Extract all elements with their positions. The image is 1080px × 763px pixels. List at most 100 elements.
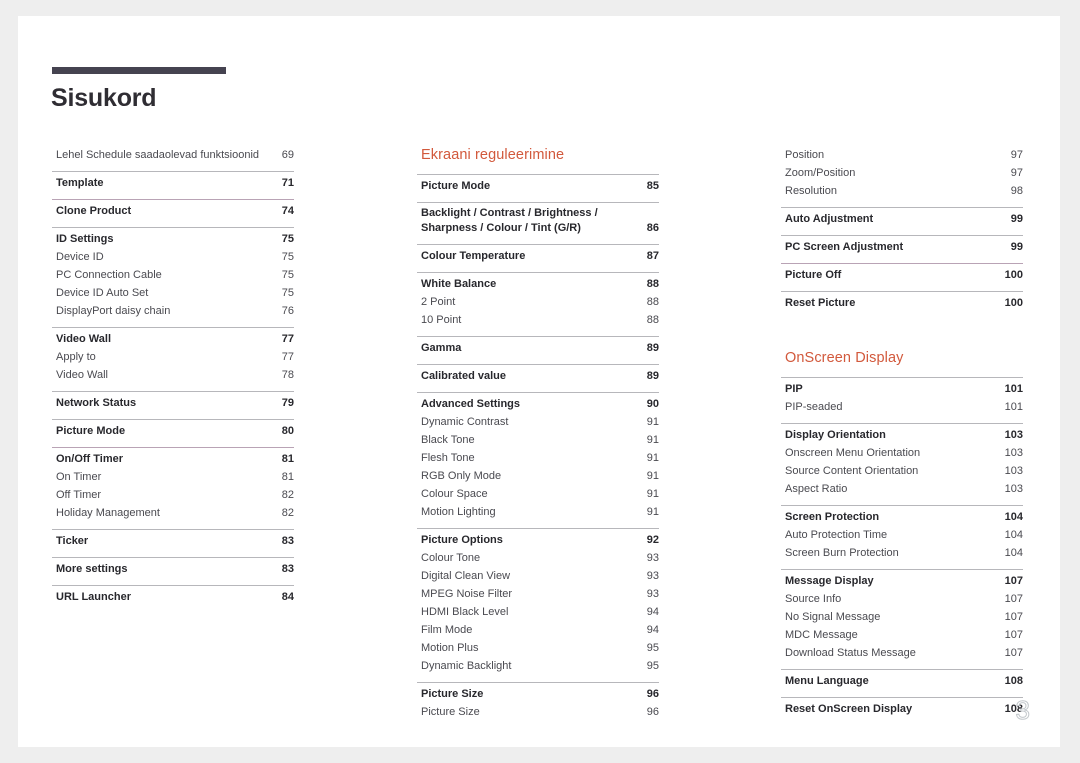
toc-entry-sub[interactable]: Dynamic Contrast 91	[417, 413, 659, 431]
toc-entry-main[interactable]: Display Orientation 103	[781, 426, 1023, 444]
toc-entry-main[interactable]: Auto Adjustment 99	[781, 210, 1023, 228]
toc-entry-sub[interactable]: PC Connection Cable 75	[52, 266, 294, 284]
toc-entry-main[interactable]: White Balance 88	[417, 275, 659, 293]
toc-entry-sub[interactable]: Source Content Orientation 103	[781, 462, 1023, 480]
toc-entry-page: 78	[281, 369, 294, 381]
toc-entry-sub[interactable]: No Signal Message 107	[781, 608, 1023, 626]
toc-entry-main[interactable]: Video Wall 77	[52, 330, 294, 348]
toc-entry-sub[interactable]: RGB Only Mode 91	[417, 467, 659, 485]
toc-entry-page: 107	[1004, 593, 1023, 605]
toc-entry-main[interactable]: Calibrated value 89	[417, 367, 659, 385]
toc-entry-page: 100	[1004, 269, 1023, 281]
toc-entry-label: Clone Product	[56, 205, 132, 217]
toc-entry-sub[interactable]: Motion Lighting 91	[417, 503, 659, 521]
toc-entry-main[interactable]: PC Screen Adjustment 99	[781, 238, 1023, 256]
toc-entry-sub[interactable]: 2 Point 88	[417, 293, 659, 311]
toc-entry-sub[interactable]: Video Wall 78	[52, 366, 294, 384]
toc-entry-sub[interactable]: Motion Plus 95	[417, 639, 659, 657]
toc-entry-main[interactable]: Screen Protection 104	[781, 508, 1023, 526]
toc-entry-sub[interactable]: Off Timer 82	[52, 486, 294, 504]
toc-entry-main[interactable]: Ticker 83	[52, 532, 294, 550]
toc-entry-label: MDC Message	[785, 629, 858, 641]
toc-entry-label: Resolution	[785, 185, 837, 197]
toc-entry-sub[interactable]: MPEG Noise Filter 93	[417, 585, 659, 603]
toc-group: More settings 83	[52, 557, 294, 585]
toc-entry-main[interactable]: Colour Temperature 87	[417, 247, 659, 265]
toc-entry-sub[interactable]: Zoom/Position 97	[781, 164, 1023, 182]
toc-entry-sub[interactable]: Device ID Auto Set 75	[52, 284, 294, 302]
toc-entry-sub[interactable]: Resolution 98	[781, 182, 1023, 200]
toc-entry-sub[interactable]: Source Info 107	[781, 590, 1023, 608]
toc-entry-label: Colour Temperature	[421, 250, 526, 262]
toc-entry-sub[interactable]: Position 97	[781, 146, 1023, 164]
toc-entry-label: Picture Off	[785, 269, 842, 281]
toc-entry-main[interactable]: Reset Picture 100	[781, 294, 1023, 312]
toc-entry-label: HDMI Black Level	[421, 606, 509, 618]
toc-entry-sub[interactable]: Aspect Ratio 103	[781, 480, 1023, 498]
toc-entry-main[interactable]: Picture Off 100	[781, 266, 1023, 284]
toc-entry-main[interactable]: Backlight / Contrast / Brightness / Shar…	[417, 205, 659, 237]
toc-entry-label: Dynamic Backlight	[421, 660, 512, 672]
toc-entry-page: 82	[281, 507, 294, 519]
toc-entry-sub[interactable]: Digital Clean View 93	[417, 567, 659, 585]
toc-entry-page: 75	[281, 233, 294, 245]
toc-entry-sub[interactable]: Flesh Tone 91	[417, 449, 659, 467]
toc-entry-sub[interactable]: 10 Point 88	[417, 311, 659, 329]
toc-entry-sub[interactable]: Lehel Schedule saadaolevad funktsioonid 6…	[52, 146, 294, 164]
toc-entry-label: Reset OnScreen Display	[785, 703, 913, 715]
toc-entry-main[interactable]: Template 71	[52, 174, 294, 192]
toc-entry-sub[interactable]: Black Tone 91	[417, 431, 659, 449]
toc-entry-sub[interactable]: Auto Protection Time 104	[781, 526, 1023, 544]
toc-entry-sub[interactable]: Device ID 75	[52, 248, 294, 266]
toc-entry-main[interactable]: URL Launcher 84	[52, 588, 294, 606]
toc-entry-sub[interactable]: MDC Message 107	[781, 626, 1023, 644]
toc-entry-sub[interactable]: PIP-seaded 101	[781, 398, 1023, 416]
toc-entry-sub[interactable]: Colour Space 91	[417, 485, 659, 503]
toc-entry-sub[interactable]: Picture Size 96	[417, 703, 659, 721]
toc-entry-label: Auto Protection Time	[785, 529, 888, 541]
toc-column-left: Lehel Schedule saadaolevad funktsioonid 6…	[52, 146, 294, 613]
toc-entry-main[interactable]: ID Settings 75	[52, 230, 294, 248]
toc-entry-main[interactable]: Picture Options 92	[417, 531, 659, 549]
toc-entry-page: 89	[646, 370, 659, 382]
toc-entry-label: Network Status	[56, 397, 137, 409]
toc-entry-main[interactable]: Clone Product 74	[52, 202, 294, 220]
toc-entry-sub[interactable]: HDMI Black Level 94	[417, 603, 659, 621]
toc-entry-main[interactable]: Gamma 89	[417, 339, 659, 357]
toc-entry-sub[interactable]: Holiday Management 82	[52, 504, 294, 522]
toc-group: ID Settings 75 Device ID 75 PC Connection Ca…	[52, 227, 294, 327]
toc-entry-label: Zoom/Position	[785, 167, 856, 179]
toc-entry-main[interactable]: Advanced Settings 90	[417, 395, 659, 413]
toc-entry-main[interactable]: Picture Size 96	[417, 685, 659, 703]
toc-entry-page: 89	[646, 342, 659, 354]
toc-entry-page: 104	[1004, 547, 1023, 559]
toc-entry-main[interactable]: Menu Language 108	[781, 672, 1023, 690]
toc-entry-main[interactable]: More settings 83	[52, 560, 294, 578]
toc-entry-label: PC Connection Cable	[56, 269, 162, 281]
toc-entry-sub[interactable]: Apply to 77	[52, 348, 294, 366]
toc-group: Lehel Schedule saadaolevad funktsioonid 6…	[52, 146, 294, 171]
toc-entry-main[interactable]: Reset OnScreen Display 108	[781, 700, 1023, 718]
page-title: Sisukord	[51, 84, 157, 112]
toc-entry-sub[interactable]: Dynamic Backlight 95	[417, 657, 659, 675]
toc-entry-sub[interactable]: Screen Burn Protection 104	[781, 544, 1023, 562]
toc-entry-main[interactable]: On/Off Timer 81	[52, 450, 294, 468]
toc-entry-label: PC Screen Adjustment	[785, 241, 904, 253]
toc-entry-sub[interactable]: On Timer 81	[52, 468, 294, 486]
toc-entry-sub[interactable]: Film Mode 94	[417, 621, 659, 639]
toc-entry-label: Position	[785, 149, 825, 161]
toc-entry-main[interactable]: Picture Mode 80	[52, 422, 294, 440]
toc-entry-main[interactable]: Picture Mode 85	[417, 177, 659, 195]
toc-entry-label: Screen Burn Protection	[785, 547, 899, 559]
toc-entry-sub[interactable]: Onscreen Menu Orientation 103	[781, 444, 1023, 462]
toc-entry-page: 82	[281, 489, 294, 501]
toc-entry-main[interactable]: Network Status 79	[52, 394, 294, 412]
toc-entry-main[interactable]: PIP 101	[781, 380, 1023, 398]
toc-group: Reset Picture 100	[781, 291, 1023, 319]
toc-entry-sub[interactable]: Colour Tone 93	[417, 549, 659, 567]
toc-entry-main[interactable]: Message Display 107	[781, 572, 1023, 590]
toc-entry-label: Picture Size	[421, 688, 484, 700]
toc-entry-sub[interactable]: Download Status Message 107	[781, 644, 1023, 662]
toc-entry-sub[interactable]: DisplayPort daisy chain 76	[52, 302, 294, 320]
toc-entry-label: Ticker	[56, 535, 89, 547]
